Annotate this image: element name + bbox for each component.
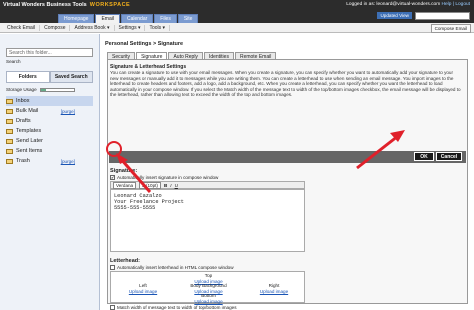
letterhead-auto-insert-checkbox[interactable] bbox=[110, 265, 115, 270]
signature-auto-insert-label: Automatically insert signature in compos… bbox=[117, 175, 219, 180]
tab-homepage[interactable]: Homepage bbox=[58, 14, 95, 23]
letterhead-auto-insert: Automatically insert letterhead in HTML … bbox=[110, 265, 234, 270]
folder-name: Templates bbox=[16, 128, 42, 134]
italic-icon[interactable]: I bbox=[170, 183, 171, 188]
upload-bottom-link[interactable]: Upload image bbox=[194, 299, 222, 304]
letterhead-label: Letterhead: bbox=[110, 258, 140, 264]
email-toolbar: Check Email Compose Address Book ▾ Setti… bbox=[0, 23, 474, 33]
cancel-button[interactable]: Cancel bbox=[436, 152, 462, 161]
signature-line: 5555-555-5555 bbox=[114, 205, 156, 211]
folder-name: Trash bbox=[16, 158, 30, 164]
breadcrumb: Personal Settings > Signature bbox=[105, 41, 184, 47]
tab-calendar[interactable]: Calendar bbox=[120, 14, 154, 23]
folder-icon bbox=[6, 128, 13, 134]
updated-view-button[interactable]: Updated View bbox=[377, 12, 412, 19]
signature-auto-insert: ✔ Automatically insert signature in comp… bbox=[110, 175, 218, 180]
tab-email[interactable]: Email bbox=[95, 14, 120, 23]
folder-item[interactable]: Trash [purge] bbox=[6, 156, 93, 166]
top-bar: Virtual Wonders Business Tools WORKSPACE … bbox=[0, 0, 474, 23]
address-book-menu[interactable]: Address Book ▾ bbox=[70, 24, 115, 31]
font-select[interactable]: Verdana bbox=[113, 181, 137, 189]
tools-menu[interactable]: Tools ▾ bbox=[145, 24, 171, 31]
brand-workspace: WORKSPACE bbox=[89, 2, 131, 8]
tab-saved-search[interactable]: Saved Search bbox=[49, 71, 93, 83]
folder-name: Send Later bbox=[16, 138, 43, 144]
tab-folders[interactable]: Folders bbox=[6, 71, 50, 83]
tab-files[interactable]: Files bbox=[154, 14, 177, 23]
folder-icon bbox=[6, 138, 13, 144]
letterhead-grid: Top Upload image Left Upload image Body … bbox=[110, 271, 305, 304]
global-search-input[interactable] bbox=[415, 12, 470, 20]
storage-fill bbox=[40, 88, 46, 91]
folder-name: Drafts bbox=[16, 118, 31, 124]
match-width: Match width of message text to width of … bbox=[110, 305, 237, 310]
main-tabs: Homepage Email Calendar Files Site bbox=[58, 14, 199, 23]
match-width-checkbox[interactable] bbox=[110, 305, 115, 310]
letterhead-auto-insert-label: Automatically insert letterhead in HTML … bbox=[117, 265, 234, 270]
brand-name: Virtual Wonders Business Tools bbox=[3, 2, 87, 8]
upload-right-link[interactable]: Upload image bbox=[260, 289, 288, 294]
editor-toolbar: Verdana 2 (10pt) B I U bbox=[110, 181, 305, 189]
compose-button[interactable]: Compose bbox=[40, 24, 71, 31]
ok-button[interactable]: OK bbox=[414, 152, 434, 161]
lh-bottom-cell: Bottom Upload image bbox=[181, 293, 236, 304]
action-bar: OK Cancel bbox=[109, 151, 466, 163]
size-select[interactable]: 2 (10pt) bbox=[139, 181, 161, 189]
tab-site[interactable]: Site bbox=[177, 14, 199, 23]
folder-icon bbox=[6, 108, 13, 114]
storage-bar bbox=[39, 87, 75, 92]
logged-in-user: Logged in as: leonard@virtual-wonders.co… bbox=[346, 2, 441, 7]
folder-item[interactable]: Inbox bbox=[6, 96, 93, 106]
help-logout-links[interactable]: Help | Logout bbox=[442, 2, 470, 7]
purge-link[interactable]: [purge] bbox=[61, 109, 75, 114]
storage-usage: Storage Usage bbox=[6, 87, 93, 92]
user-info: Logged in as: leonard@virtual-wonders.co… bbox=[346, 2, 470, 7]
signature-editor[interactable]: Leonard Cazalzo Your Freelance Project 5… bbox=[110, 189, 305, 252]
signature-panel: Signature & Letterhead Settings You can … bbox=[107, 59, 468, 310]
folder-name: Inbox bbox=[16, 98, 30, 104]
bold-icon[interactable]: B bbox=[164, 183, 167, 188]
signature-auto-insert-checkbox[interactable]: ✔ bbox=[110, 175, 115, 180]
storage-label: Storage Usage bbox=[6, 87, 37, 92]
check-email-button[interactable]: Check Email bbox=[3, 24, 41, 31]
folder-item[interactable]: Bulk Mail [purge] bbox=[6, 106, 93, 116]
brand-logo: Virtual Wonders Business Tools WORKSPACE bbox=[3, 2, 130, 8]
folder-search-button[interactable]: Search bbox=[6, 59, 93, 64]
signature-label: Signature: bbox=[110, 168, 138, 174]
compose-email-button[interactable]: Compose Email bbox=[430, 24, 471, 33]
sidebar-tabs: Folders Saved Search bbox=[6, 71, 93, 83]
sidebar: Search this folder... Search Folders Sav… bbox=[0, 34, 100, 310]
match-width-label: Match width of message text to width of … bbox=[117, 305, 237, 310]
lh-left-cell: Left Upload image bbox=[113, 283, 173, 294]
folder-name: Sent Items bbox=[16, 148, 43, 154]
underline-icon[interactable]: U bbox=[175, 183, 178, 188]
main-content: Personal Settings > Signature Security S… bbox=[101, 34, 474, 310]
folder-item[interactable]: Sent Items bbox=[6, 146, 93, 156]
folder-icon bbox=[6, 148, 13, 154]
folder-item[interactable]: Templates bbox=[6, 126, 93, 136]
folder-item[interactable]: Drafts bbox=[6, 116, 93, 126]
folder-icon bbox=[6, 118, 13, 124]
folder-list: Inbox Bulk Mail [purge] Drafts Templates Send… bbox=[6, 96, 93, 166]
folder-icon bbox=[6, 158, 13, 164]
folder-item[interactable]: Send Later bbox=[6, 136, 93, 146]
purge-link[interactable]: [purge] bbox=[61, 159, 75, 164]
panel-description: You can create a signature to use with y… bbox=[110, 70, 461, 97]
upload-left-link[interactable]: Upload image bbox=[129, 289, 157, 294]
folder-name: Bulk Mail bbox=[16, 108, 39, 114]
settings-menu[interactable]: Settings ▾ bbox=[115, 24, 146, 31]
folder-search-input[interactable]: Search this folder... bbox=[6, 48, 93, 57]
folder-icon bbox=[6, 98, 13, 104]
lh-right-cell: Right Upload image bbox=[244, 283, 304, 294]
